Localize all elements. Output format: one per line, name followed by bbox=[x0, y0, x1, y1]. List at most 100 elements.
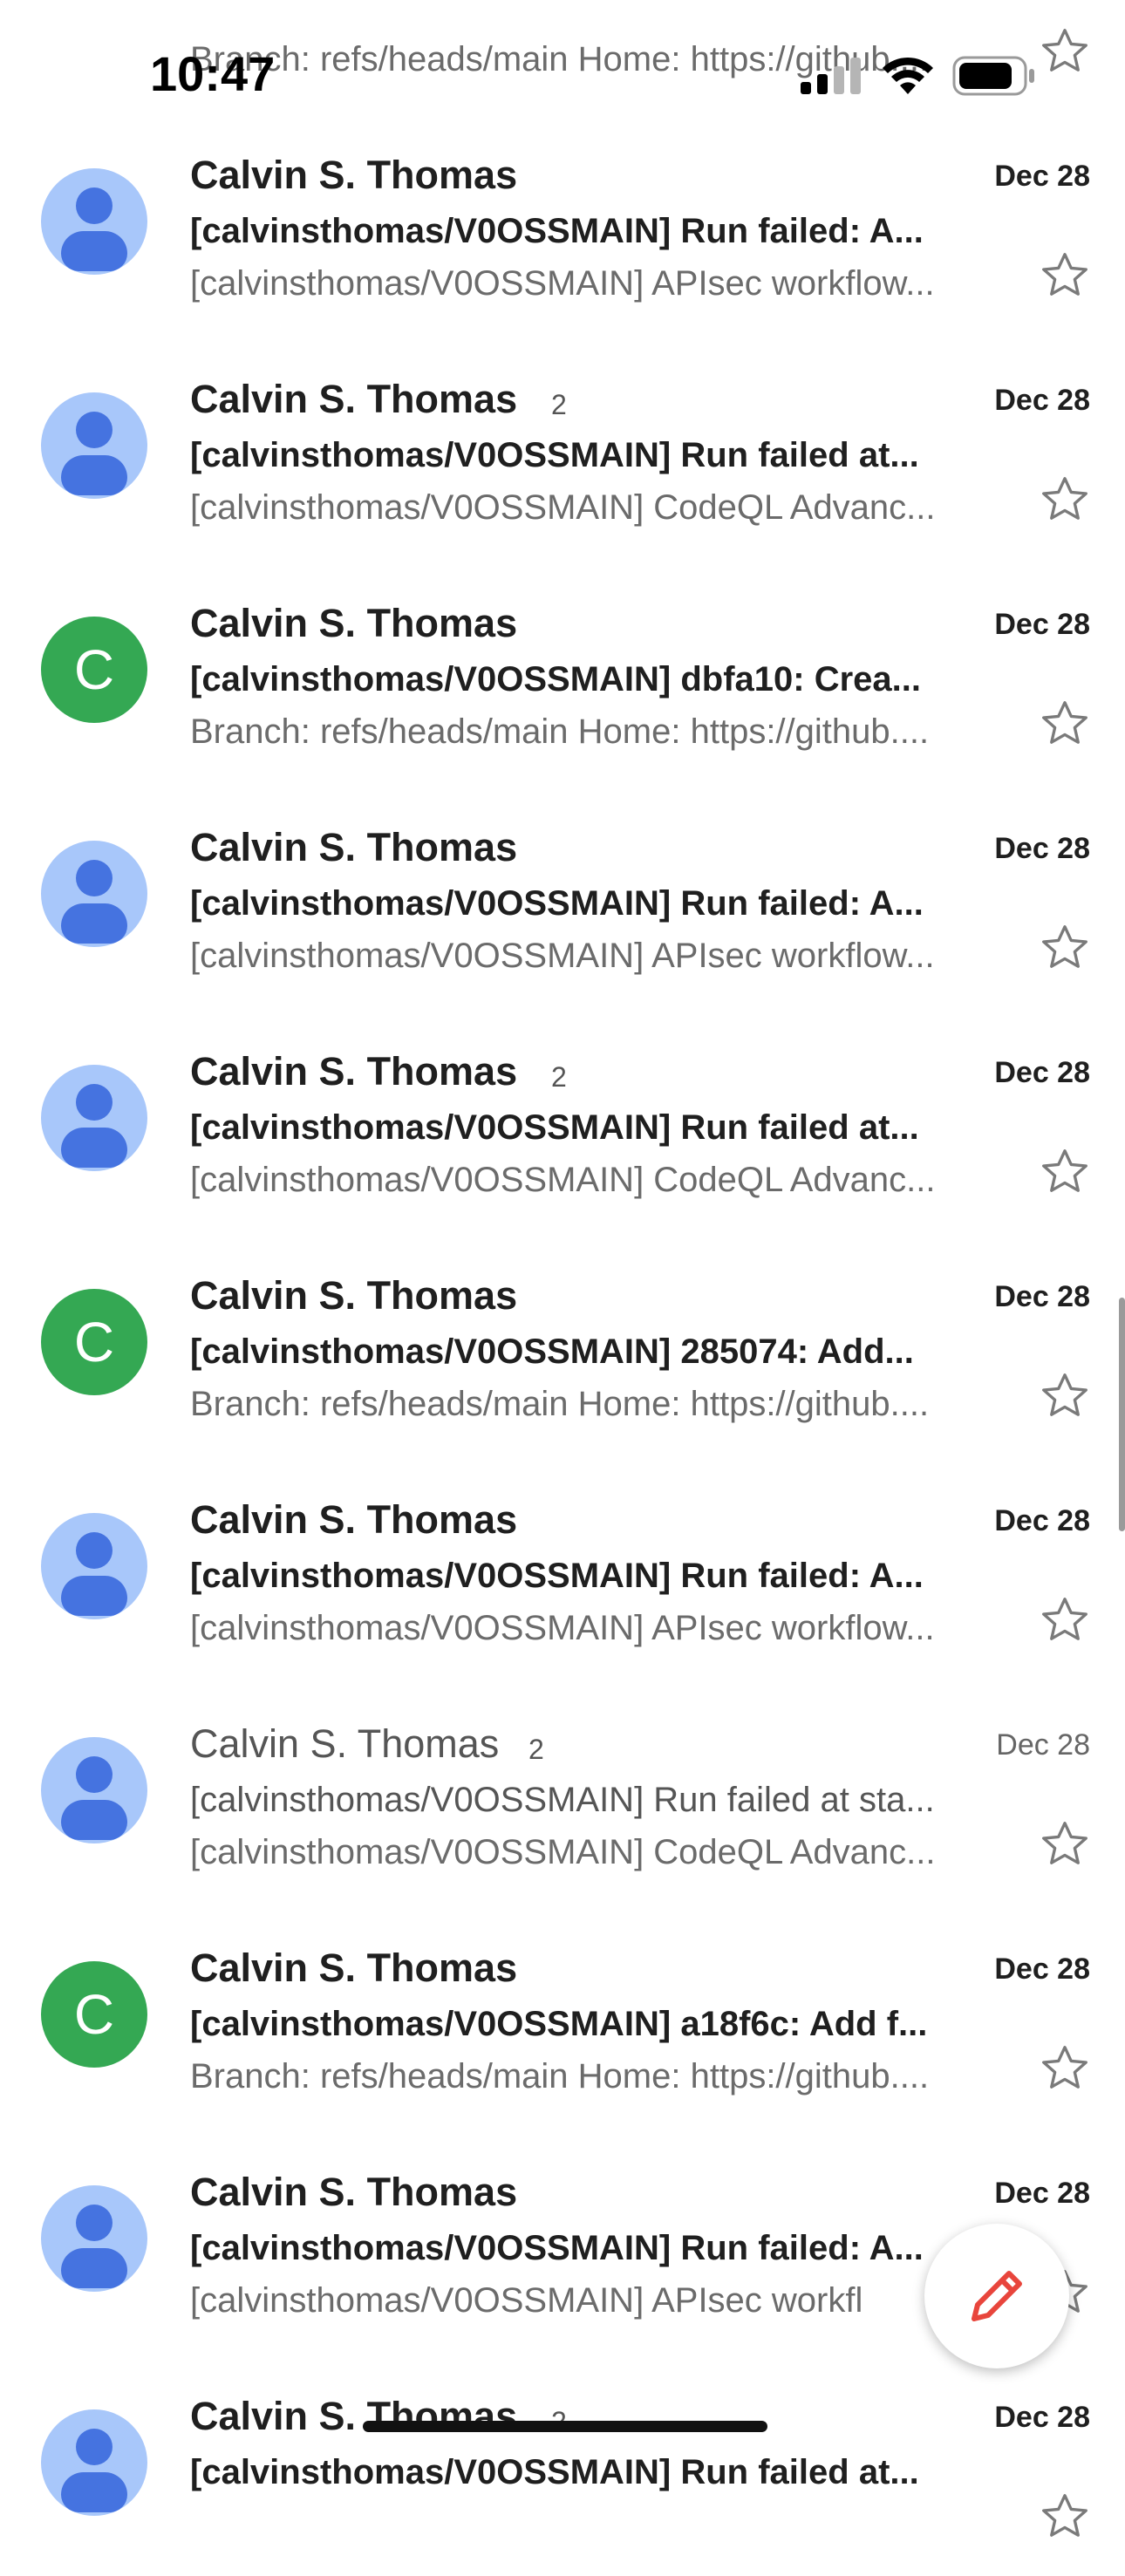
email-date: Dec 28 bbox=[994, 2401, 1090, 2434]
star-icon[interactable] bbox=[1038, 697, 1092, 751]
email-snippet: Branch: refs/heads/main Home: https://gi… bbox=[190, 2057, 930, 2096]
email-row[interactable]: Calvin S. Thomas 2 Dec 28 [calvinsthomas/V0… bbox=[0, 1007, 1125, 1231]
star-icon[interactable] bbox=[1038, 1593, 1092, 1647]
email-row[interactable]: C Calvin S. Thomas Dec 28 [calvinsthomas/V0… bbox=[0, 1904, 1125, 2128]
scrollbar[interactable] bbox=[1119, 1298, 1125, 1531]
star-icon[interactable] bbox=[1038, 1817, 1092, 1871]
status-time: 10:47 bbox=[150, 46, 276, 101]
wifi-icon bbox=[883, 57, 933, 94]
compose-button[interactable] bbox=[924, 2224, 1069, 2368]
person-icon-head bbox=[76, 187, 112, 224]
sender-name: Calvin S. Thomas bbox=[190, 825, 518, 869]
email-date: Dec 28 bbox=[994, 2177, 1090, 2210]
battery-icon bbox=[952, 56, 1034, 96]
person-icon-head bbox=[76, 1084, 112, 1121]
sender-name: Calvin S. Thomas bbox=[190, 2394, 518, 2438]
sender-avatar bbox=[41, 1065, 147, 1171]
email-snippet: [calvinsthomas/V0OSSMAIN] APIsec workflo… bbox=[190, 264, 935, 303]
email-row[interactable]: Calvin S. Thomas Dec 28 [calvinsthomas/V0O… bbox=[0, 1455, 1125, 1680]
email-subject: [calvinsthomas/V0OSSMAIN] Run failed at.… bbox=[190, 1108, 919, 1147]
email-date: Dec 28 bbox=[994, 1056, 1090, 1089]
person-icon-body bbox=[61, 1576, 127, 1616]
email-row[interactable]: Calvin S. Thomas2Dec 28[calvinsthomas/V0… bbox=[0, 1680, 1125, 1904]
email-date: Dec 28 bbox=[994, 608, 1090, 641]
email-date: Dec 28 bbox=[996, 1728, 1090, 1762]
sender-avatar: C bbox=[41, 1289, 147, 1395]
sender-name: Calvin S. Thomas bbox=[190, 377, 518, 421]
email-row[interactable]: Calvin S. Thomas 2 Dec 28 [calvinsthomas/V0… bbox=[0, 335, 1125, 559]
sender-name: Calvin S. Thomas bbox=[190, 1497, 518, 1542]
sender-name: Calvin S. Thomas bbox=[190, 1049, 518, 1094]
sender-avatar bbox=[41, 1513, 147, 1619]
email-subject: [calvinsthomas/V0OSSMAIN] Run failed: A.… bbox=[190, 884, 924, 923]
email-row[interactable]: C Calvin S. Thomas Dec 28 [calvinsthomas/V0… bbox=[0, 559, 1125, 783]
email-snippet: [calvinsthomas/V0OSSMAIN] CodeQL Advanc.… bbox=[190, 1161, 936, 1199]
email-snippet: Branch: refs/heads/main Home: https://gi… bbox=[190, 1385, 930, 1423]
avatar-initial: C bbox=[73, 638, 115, 701]
email-snippet: [calvinsthomas/V0OSSMAIN] APIsec workflo… bbox=[190, 1609, 935, 1647]
person-icon-head bbox=[76, 2205, 112, 2241]
sender-name: Calvin S. Thomas bbox=[190, 1946, 518, 1990]
person-icon-body bbox=[61, 2248, 127, 2288]
email-snippet: [calvinsthomas/V0OSSMAIN] CodeQL Advanc.… bbox=[190, 1833, 936, 1871]
person-icon-head bbox=[76, 1532, 112, 1569]
sender-name: Calvin S. Thomas bbox=[190, 1273, 518, 1318]
person-icon-body bbox=[61, 1800, 127, 1840]
person-icon-head bbox=[76, 860, 112, 896]
email-subject: [calvinsthomas/V0OSSMAIN] Run failed: A.… bbox=[190, 2229, 924, 2267]
avatar-initial: C bbox=[73, 1983, 115, 2046]
sender-avatar: C bbox=[41, 617, 147, 723]
avatar-initial: C bbox=[73, 1311, 115, 1373]
email-date: Dec 28 bbox=[994, 384, 1090, 417]
star-icon[interactable] bbox=[1038, 473, 1092, 527]
sender-name: Calvin S. Thomas bbox=[190, 153, 518, 197]
email-subject: [calvinsthomas/V0OSSMAIN] 285074: Add... bbox=[190, 1332, 914, 1371]
person-icon-head bbox=[76, 1756, 112, 1793]
signal-icon bbox=[801, 58, 861, 94]
email-snippet: [calvinsthomas/V0OSSMAIN] CodeQL Advanc.… bbox=[190, 488, 936, 527]
thread-count: 2 bbox=[551, 1061, 567, 1093]
person-icon-body bbox=[61, 455, 127, 495]
sender-name: Calvin S. Thomas bbox=[190, 1721, 500, 1766]
pencil-icon bbox=[972, 2271, 1022, 2321]
sender-avatar bbox=[41, 2185, 147, 2292]
person-icon-body bbox=[61, 903, 127, 944]
thread-count: 2 bbox=[551, 389, 567, 420]
email-subject: [calvinsthomas/V0OSSMAIN] Run failed: A.… bbox=[190, 1557, 924, 1595]
person-icon-head bbox=[76, 412, 112, 448]
email-date: Dec 28 bbox=[994, 1952, 1090, 1986]
email-row[interactable]: C Calvin S. Thomas Dec 28 [calvinsthomas/V0… bbox=[0, 1231, 1125, 1455]
person-icon-body bbox=[61, 1128, 127, 1168]
email-snippet: [calvinsthomas/V0OSSMAIN] APIsec workfl bbox=[190, 2281, 863, 2320]
star-icon[interactable] bbox=[1038, 2490, 1092, 2544]
email-subject: [calvinsthomas/V0OSSMAIN] Run failed: A.… bbox=[190, 212, 924, 250]
person-icon-body bbox=[61, 2472, 127, 2512]
sender-name: Calvin S. Thomas bbox=[190, 2170, 518, 2214]
email-subject: [calvinsthomas/V0OSSMAIN] Run failed at … bbox=[190, 1781, 935, 1819]
star-icon[interactable] bbox=[1038, 249, 1092, 303]
sender-avatar bbox=[41, 168, 147, 275]
sender-avatar bbox=[41, 841, 147, 947]
email-subject: [calvinsthomas/V0OSSMAIN] a18f6c: Add f.… bbox=[190, 2005, 928, 2043]
email-date: Dec 28 bbox=[994, 1280, 1090, 1313]
sender-avatar bbox=[41, 1737, 147, 1843]
email-date: Dec 28 bbox=[994, 832, 1090, 865]
star-icon[interactable] bbox=[1038, 1369, 1092, 1423]
sender-avatar bbox=[41, 392, 147, 499]
email-list: Branch: refs/heads/main Home: https://gi… bbox=[0, 0, 1125, 2537]
email-subject: [calvinsthomas/V0OSSMAIN] Run failed at.… bbox=[190, 436, 919, 474]
star-icon[interactable] bbox=[1038, 1145, 1092, 1199]
star-icon[interactable] bbox=[1038, 2041, 1092, 2096]
email-row[interactable]: Calvin S. Thomas Dec 28 [calvinsthomas/V0O… bbox=[0, 111, 1125, 335]
email-date: Dec 28 bbox=[994, 1504, 1090, 1537]
person-icon-body bbox=[61, 231, 127, 271]
star-icon[interactable] bbox=[1038, 921, 1092, 975]
email-row[interactable]: Calvin S. Thomas Dec 28 [calvinsthomas/V0O… bbox=[0, 783, 1125, 1007]
sender-avatar: C bbox=[41, 1961, 147, 2068]
person-icon-head bbox=[76, 2429, 112, 2465]
sender-name: Calvin S. Thomas bbox=[190, 601, 518, 645]
home-indicator[interactable] bbox=[363, 2421, 767, 2432]
email-subject: [calvinsthomas/V0OSSMAIN] Run failed at.… bbox=[190, 2453, 919, 2491]
email-row[interactable]: Calvin S. Thomas2Dec 28[calvinsthomas/V0… bbox=[0, 2352, 1125, 2576]
email-date: Dec 28 bbox=[994, 160, 1090, 193]
